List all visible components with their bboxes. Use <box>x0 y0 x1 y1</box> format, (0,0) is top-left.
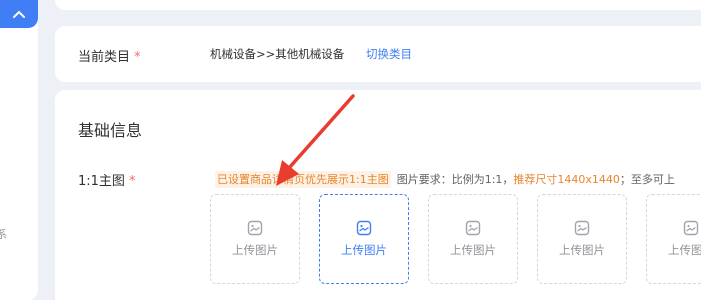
upload-image-label: 上传图片 <box>232 243 278 257</box>
top-card <box>55 0 701 10</box>
upload-image-label: 上传图片 <box>450 243 496 257</box>
basic-info-card: 基础信息 1:1主图 * 已设置商品详情页优先展示1:1主图 图片要求：比例为1:1… <box>55 90 701 300</box>
upload-image-label: 上传图片 <box>341 243 387 257</box>
switch-category-link[interactable]: 切换类目 <box>366 46 412 62</box>
upload-image-tile[interactable]: 上传图片 <box>428 194 518 284</box>
upload-image-label: 上传图片 <box>668 243 701 257</box>
image-icon <box>683 220 699 236</box>
sidebar-item-label[interactable]: 系 <box>0 226 7 242</box>
required-mark: * <box>128 174 136 189</box>
category-label-text: 当前类目 <box>78 50 131 65</box>
upload-image-tile[interactable]: 上传图片 <box>646 194 701 284</box>
upload-image-tile[interactable]: 上传图片 <box>537 194 627 284</box>
sidebar: 系 <box>0 0 38 300</box>
main-image-label-text: 1:1主图 <box>78 174 125 189</box>
chevron-up-icon <box>13 10 25 18</box>
category-card: 当前类目 * 机械设备>>其他机械设备 切换类目 <box>55 26 701 82</box>
sidebar-collapse-button[interactable] <box>0 0 38 28</box>
image-icon <box>465 220 481 236</box>
hint-recommended-size: 推荐尺寸1440x1440 <box>513 173 620 186</box>
upload-image-tile[interactable]: 上传图片 <box>210 194 300 284</box>
hint-highlight: 已设置商品详情页优先展示1:1主图 <box>215 171 391 188</box>
main-image-label: 1:1主图 * <box>78 170 135 189</box>
image-icon <box>356 220 372 236</box>
required-mark: * <box>134 50 141 65</box>
upload-row: 上传图片 上传图片 上传图片 上传图片 上传图片 <box>210 194 701 284</box>
image-icon <box>247 220 263 236</box>
hint-requirement: 图片要求：比例为1:1， <box>396 173 514 186</box>
upload-image-tile[interactable]: 上传图片 <box>319 194 409 284</box>
upload-image-label: 上传图片 <box>559 243 605 257</box>
category-label: 当前类目 * <box>78 46 141 65</box>
image-hint: 已设置商品详情页优先展示1:1主图 图片要求：比例为1:1，推荐尺寸1440x14… <box>215 171 675 188</box>
section-title: 基础信息 <box>78 121 143 140</box>
hint-tail: ；至多可上 <box>619 173 675 186</box>
category-path: 机械设备>>其他机械设备 <box>210 47 345 61</box>
image-icon <box>574 220 590 236</box>
